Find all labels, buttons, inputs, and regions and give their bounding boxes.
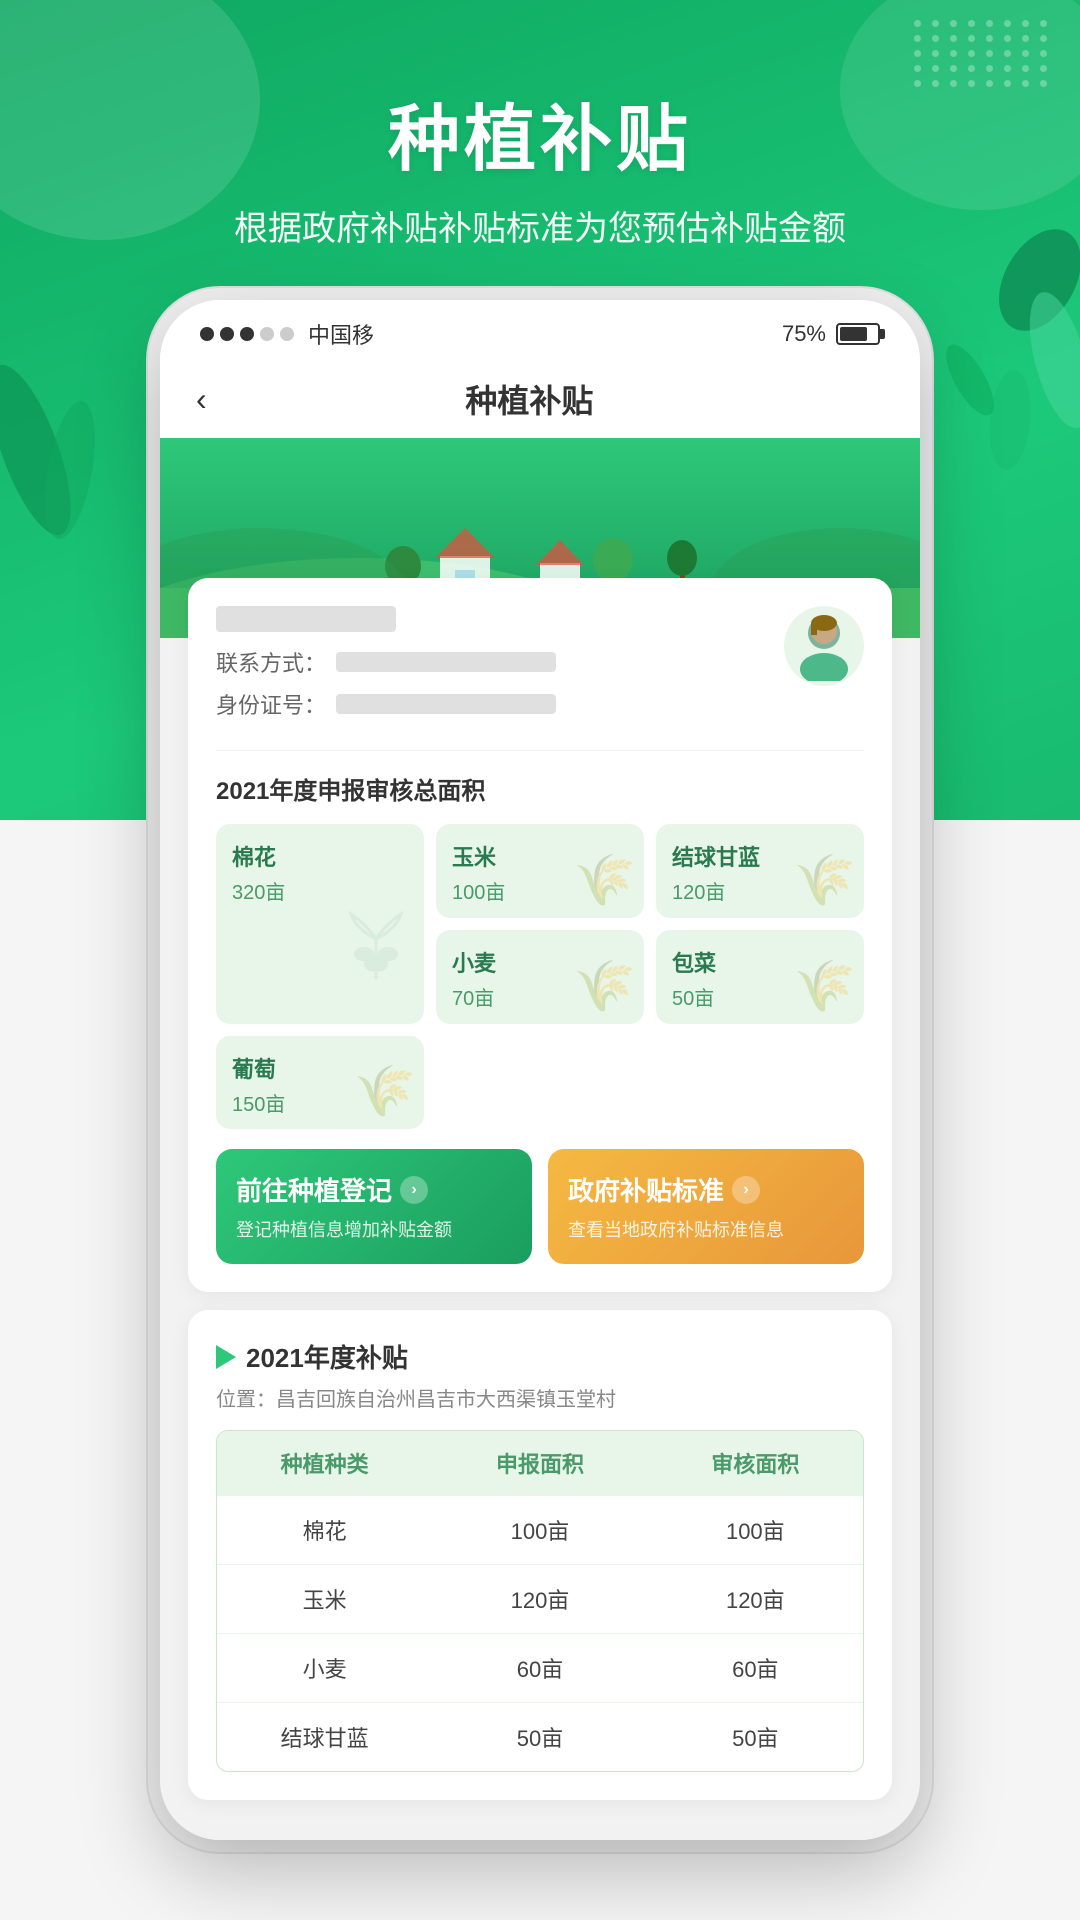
signal-dot-1	[200, 327, 214, 341]
standard-btn-sub: 查看当地政府补贴标准信息	[568, 1216, 844, 1242]
table-row: 结球甘蓝 50亩 50亩	[217, 1702, 863, 1771]
cell-reviewed-3: 50亩	[648, 1703, 863, 1771]
table-row: 棉花 100亩 100亩	[217, 1495, 863, 1564]
standard-arrow: ›	[732, 1176, 760, 1204]
crop-icon-corn: 🌾	[574, 851, 636, 910]
cell-crop-2: 小麦	[217, 1634, 432, 1702]
cell-reviewed-2: 60亩	[648, 1634, 863, 1702]
subsidy-title: 2021年度补贴	[246, 1338, 408, 1375]
navbar-title: 种植补贴	[207, 376, 852, 422]
standard-btn-title: 政府补贴标准 ›	[568, 1171, 844, 1208]
register-button[interactable]: 前往种植登记 › 登记种植信息增加补贴金额	[216, 1149, 532, 1264]
phone-content: 联系方式： 身份证号：	[160, 578, 920, 1840]
user-id-field: 身份证号：	[216, 688, 784, 720]
header-section: 种植补贴 根据政府补贴补贴标准为您预估补贴金额	[0, 0, 1080, 250]
cell-declared-3: 50亩	[432, 1703, 647, 1771]
register-btn-title: 前往种植登记 ›	[236, 1171, 512, 1208]
user-contact-field: 联系方式：	[216, 646, 784, 678]
carrier-text: 中国移	[308, 318, 374, 350]
table-body: 棉花 100亩 100亩 玉米 120亩 120亩 小麦 60亩 60亩 结球甘…	[217, 1495, 863, 1771]
register-btn-sub: 登记种植信息增加补贴金额	[236, 1216, 512, 1242]
cell-declared-0: 100亩	[432, 1496, 647, 1564]
id-value-blurred	[336, 694, 556, 714]
location-text: 位置：昌吉回族自治州昌吉市大西渠镇玉堂村	[216, 1383, 864, 1412]
phone-mockup: 中国移 75% ‹ 种植补贴	[0, 300, 1080, 1900]
crop-card-grape: 葡萄 150亩 🌾	[216, 1036, 424, 1129]
crop-grid: 棉花 320亩	[216, 824, 864, 1129]
contact-value-blurred	[336, 652, 556, 672]
cell-reviewed-0: 100亩	[648, 1496, 863, 1564]
sub-title: 根据政府补贴补贴标准为您预估补贴金额	[0, 201, 1080, 250]
table-row: 小麦 60亩 60亩	[217, 1633, 863, 1702]
standard-button[interactable]: 政府补贴标准 › 查看当地政府补贴标准信息	[548, 1149, 864, 1264]
user-info-card: 联系方式： 身份证号：	[188, 578, 892, 1292]
crop-card-corn: 玉米 100亩 🌾	[436, 824, 644, 918]
crop-icon-pakchoi: 🌾	[794, 957, 856, 1016]
signal-dot-3	[240, 327, 254, 341]
status-left: 中国移	[200, 318, 374, 350]
crop-card-cabbage: 结球甘蓝 120亩 🌾	[656, 824, 864, 918]
cell-declared-2: 60亩	[432, 1634, 647, 1702]
id-label: 身份证号：	[216, 688, 326, 720]
table-header-declared: 申报面积	[432, 1431, 647, 1495]
cell-crop-0: 棉花	[217, 1496, 432, 1564]
table-header-reviewed: 审核面积	[648, 1431, 863, 1495]
back-button[interactable]: ‹	[196, 381, 207, 418]
triangle-icon	[216, 1345, 236, 1369]
crop-card-wheat: 小麦 70亩 🌾	[436, 930, 644, 1024]
battery-fill	[840, 327, 867, 341]
signal-dot-5	[280, 327, 294, 341]
user-info-row: 联系方式： 身份证号：	[216, 606, 864, 730]
divider-1	[216, 750, 864, 751]
register-arrow: ›	[400, 1176, 428, 1204]
status-right: 75%	[782, 321, 880, 347]
battery-pct: 75%	[782, 321, 826, 347]
crop-area-cotton: 320亩	[232, 876, 408, 905]
crop-section-title: 2021年度申报审核总面积	[216, 771, 864, 806]
table-header-crop: 种植种类	[217, 1431, 432, 1495]
crop-icon-cotton	[336, 909, 416, 1008]
user-name-blurred	[216, 606, 396, 632]
cell-reviewed-1: 120亩	[648, 1565, 863, 1633]
phone-frame: 中国移 75% ‹ 种植补贴	[160, 300, 920, 1840]
user-details: 联系方式： 身份证号：	[216, 606, 784, 730]
crop-name-cotton: 棉花	[232, 840, 408, 872]
status-bar: 中国移 75%	[160, 300, 920, 360]
signal-dot-4	[260, 327, 274, 341]
cell-crop-1: 玉米	[217, 1565, 432, 1633]
crop-card-pakchoi: 包菜 50亩 🌾	[656, 930, 864, 1024]
crop-icon-wheat: 🌾	[574, 957, 636, 1016]
user-avatar	[784, 606, 864, 686]
crop-icon-cabbage: 🌾	[794, 851, 856, 910]
subsidy-header: 2021年度补贴	[216, 1338, 864, 1375]
cell-crop-3: 结球甘蓝	[217, 1703, 432, 1771]
crop-card-cotton: 棉花 320亩	[216, 824, 424, 1024]
signal-dot-2	[220, 327, 234, 341]
table-header: 种植种类 申报面积 审核面积	[217, 1431, 863, 1495]
contact-label: 联系方式：	[216, 646, 326, 678]
battery-bar	[836, 323, 880, 345]
subsidy-card: 2021年度补贴 位置：昌吉回族自治州昌吉市大西渠镇玉堂村 种植种类 申报面积 …	[188, 1310, 892, 1800]
subsidy-table: 种植种类 申报面积 审核面积 棉花 100亩 100亩 玉米 120亩 120亩…	[216, 1430, 864, 1772]
table-row: 玉米 120亩 120亩	[217, 1564, 863, 1633]
main-title: 种植补贴	[0, 80, 1080, 185]
crop-icon-grape: 🌾	[354, 1062, 416, 1121]
cell-declared-1: 120亩	[432, 1565, 647, 1633]
action-row: 前往种植登记 › 登记种植信息增加补贴金额 政府补贴标准 › 查看当地政府补贴标…	[216, 1149, 864, 1264]
app-navbar: ‹ 种植补贴	[160, 360, 920, 438]
